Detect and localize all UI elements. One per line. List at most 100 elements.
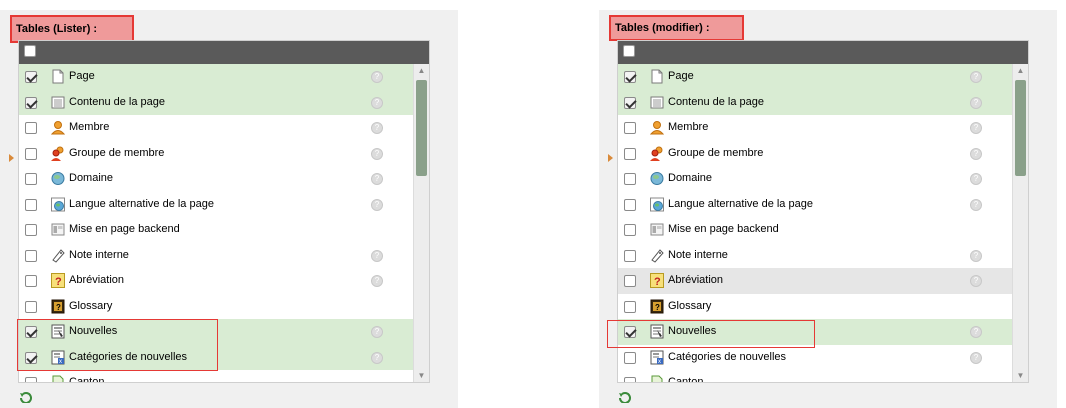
row-checkbox[interactable] (25, 71, 37, 83)
row-checkbox[interactable] (624, 198, 636, 211)
table-row[interactable]: Groupe de membre? (19, 140, 429, 166)
help-icon[interactable]: ? (371, 71, 383, 83)
help-icon[interactable]: ? (371, 96, 383, 109)
select-all-checkbox[interactable] (623, 45, 635, 57)
table-row[interactable]: x Catégories de nouvelles? (618, 344, 1028, 370)
row-checkbox[interactable] (25, 275, 37, 287)
row-checkbox[interactable] (624, 326, 636, 338)
help-icon[interactable]: ? (970, 275, 982, 287)
table-row[interactable]: Mise en page backend (19, 217, 429, 243)
help-icon[interactable]: ? (970, 122, 982, 134)
refresh-icon[interactable] (618, 391, 632, 403)
row-label: Catégories de nouvelles (668, 350, 787, 363)
help-icon[interactable]: ? (371, 249, 383, 262)
content-icon (51, 95, 65, 110)
help-icon[interactable]: ? (970, 326, 982, 338)
row-checkbox[interactable] (25, 249, 37, 262)
row-checkbox[interactable] (624, 377, 636, 382)
row-checkbox[interactable] (624, 249, 636, 262)
row-checkbox[interactable] (25, 224, 37, 236)
help-icon[interactable]: ? (371, 147, 383, 160)
row-checkbox[interactable] (25, 198, 37, 211)
scroll-up-icon[interactable]: ▲ (414, 64, 429, 78)
help-icon[interactable]: ? (970, 249, 982, 262)
select-all-checkbox[interactable] (24, 45, 36, 57)
page-icon (51, 69, 65, 84)
table-row[interactable]: ? Glossary (19, 293, 429, 319)
row-checkbox[interactable] (624, 147, 636, 160)
refresh-icon[interactable] (19, 391, 33, 403)
table-row[interactable]: ? Abréviation? (618, 268, 1028, 294)
row-checkbox[interactable] (25, 96, 37, 109)
table-row[interactable]: Nouvelles? (19, 319, 429, 345)
expand-arrow-icon[interactable] (608, 154, 613, 162)
table-row[interactable]: Langue alternative de la page? (19, 191, 429, 217)
row-label: Canton (69, 376, 105, 383)
help-icon[interactable]: ? (970, 198, 982, 211)
row-label: Canton (668, 376, 704, 383)
scroll-up-icon[interactable]: ▲ (1013, 64, 1028, 78)
table-row[interactable]: ? Abréviation? (19, 268, 429, 294)
row-checkbox[interactable] (25, 326, 37, 338)
table-row[interactable]: x Catégories de nouvelles? (19, 344, 429, 370)
table-row[interactable]: Contenu de la page? (618, 89, 1028, 115)
help-icon[interactable]: ? (970, 147, 982, 160)
row-checkbox[interactable] (624, 275, 636, 287)
domain-icon (51, 171, 65, 186)
table-row[interactable]: Contenu de la page? (19, 89, 429, 115)
scroll-down-icon[interactable]: ▼ (1013, 369, 1028, 382)
table-row[interactable]: Note interne? (19, 242, 429, 268)
svg-text:?: ? (56, 303, 61, 312)
help-icon[interactable]: ? (371, 173, 383, 185)
help-icon[interactable]: ? (970, 71, 982, 83)
table-row[interactable]: Mise en page backend (618, 217, 1028, 243)
help-icon[interactable]: ? (371, 122, 383, 134)
help-icon[interactable]: ? (371, 198, 383, 211)
table-row[interactable]: Domaine? (19, 166, 429, 192)
table-row[interactable]: Membre? (618, 115, 1028, 141)
table-row[interactable]: Nouvelles? (618, 319, 1028, 345)
scrollbar[interactable]: ▲ ▼ (413, 64, 429, 382)
row-checkbox[interactable] (624, 300, 636, 313)
row-checkbox[interactable] (25, 122, 37, 134)
scroll-thumb[interactable] (1015, 80, 1026, 176)
row-checkbox[interactable] (624, 351, 636, 364)
help-icon[interactable]: ? (371, 351, 383, 364)
row-checkbox[interactable] (25, 147, 37, 160)
row-checkbox[interactable] (25, 351, 37, 364)
row-checkbox[interactable] (624, 224, 636, 236)
table-row[interactable]: Membre? (19, 115, 429, 141)
table-row[interactable]: Canton (618, 370, 1028, 383)
row-label: Note interne (668, 248, 728, 261)
row-checkbox[interactable] (624, 71, 636, 83)
member-group-icon (650, 146, 664, 161)
glossary-icon: ? (650, 299, 664, 314)
help-icon[interactable]: ? (970, 96, 982, 109)
table-row[interactable]: Langue alternative de la page? (618, 191, 1028, 217)
table-row[interactable]: Groupe de membre? (618, 140, 1028, 166)
layout-icon (51, 222, 65, 237)
table-row[interactable]: Canton (19, 370, 429, 383)
help-icon[interactable]: ? (970, 173, 982, 185)
note-icon (51, 248, 65, 263)
table-row[interactable]: ? Glossary (618, 293, 1028, 319)
svg-text:?: ? (654, 276, 661, 288)
row-checkbox[interactable] (25, 377, 37, 382)
table-row[interactable]: Domaine? (618, 166, 1028, 192)
expand-arrow-icon[interactable] (9, 154, 14, 162)
scroll-thumb[interactable] (416, 80, 427, 176)
table-row[interactable]: Note interne? (618, 242, 1028, 268)
row-checkbox[interactable] (624, 173, 636, 185)
scrollbar[interactable]: ▲ ▼ (1012, 64, 1028, 382)
table-row[interactable]: Page? (618, 64, 1028, 90)
table-row[interactable]: Page? (19, 64, 429, 90)
row-checkbox[interactable] (624, 122, 636, 134)
help-icon[interactable]: ? (371, 326, 383, 338)
row-checkbox[interactable] (25, 173, 37, 185)
scroll-down-icon[interactable]: ▼ (414, 369, 429, 382)
row-checkbox[interactable] (624, 96, 636, 109)
member-icon (50, 120, 66, 135)
row-checkbox[interactable] (25, 300, 37, 313)
help-icon[interactable]: ? (970, 351, 982, 364)
help-icon[interactable]: ? (371, 275, 383, 287)
